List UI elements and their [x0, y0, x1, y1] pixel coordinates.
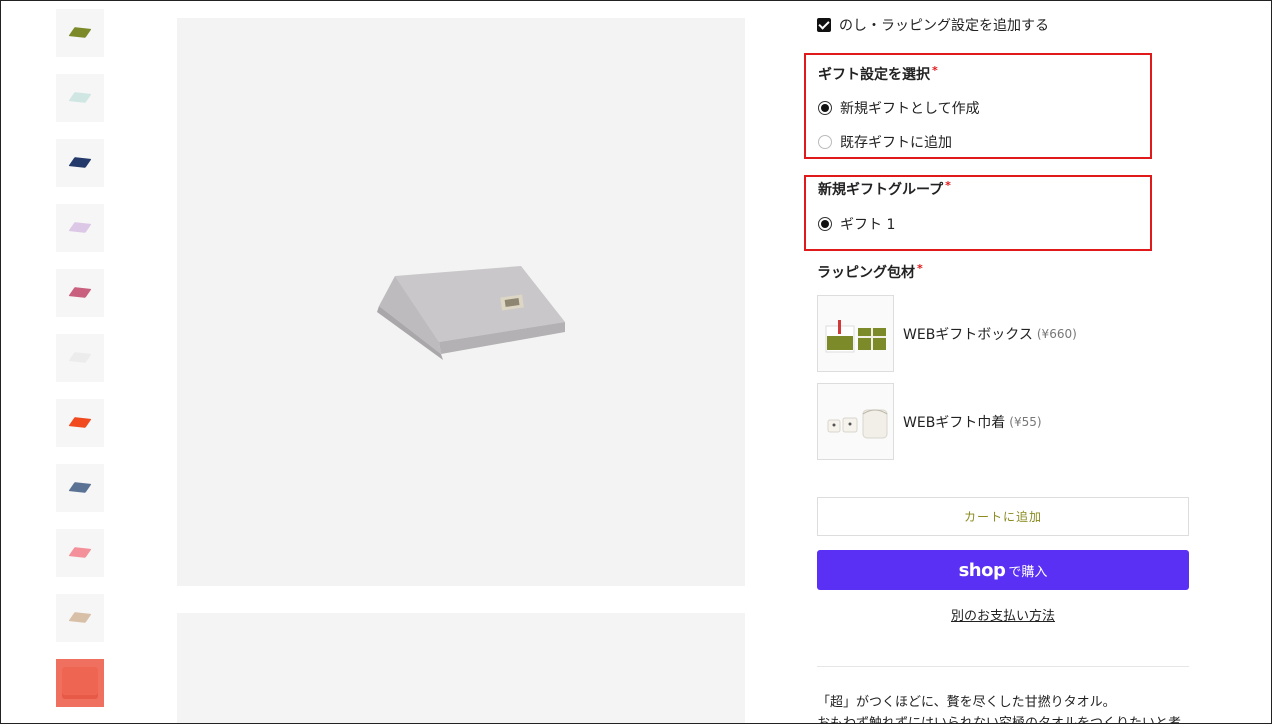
gift-group-select: 新規ギフトグループ * ギフト 1: [804, 175, 1152, 251]
radio-unselected[interactable]: [818, 135, 832, 149]
gift-box-icon: [825, 320, 886, 353]
gift-pouch-label: WEBギフト巾着: [903, 414, 1006, 431]
product-thumbnail[interactable]: [56, 464, 104, 512]
product-thumbnail[interactable]: [56, 594, 104, 642]
towel-swatch: [68, 612, 92, 623]
gift-select-group: ギフト設定を選択 * 新規ギフトとして作成 既存ギフトに追加: [804, 53, 1152, 159]
gift-group-title-text: 新規ギフトグループ: [818, 182, 944, 198]
towel-swatch: [68, 352, 92, 363]
shop-buy-label: で購入: [1008, 564, 1048, 580]
towel-swatch: [68, 417, 92, 428]
towel-image: [377, 266, 565, 360]
gift-option-checkbox-row[interactable]: のし・ラッピング設定を追加する: [817, 15, 1049, 35]
product-thumbnail[interactable]: [56, 334, 104, 382]
wrapping-option-pouch[interactable]: WEBギフト巾着 (¥55): [817, 383, 1042, 460]
gift-pouch-price: (¥55): [1009, 414, 1042, 429]
gift-pouch-image: [817, 383, 894, 460]
towel-swatch: [68, 157, 92, 168]
product-thumbnail[interactable]: [56, 74, 104, 122]
product-thumbnail[interactable]: [56, 659, 104, 707]
towel-swatch: [68, 287, 92, 298]
wrapping-title: ラッピング包材 *: [817, 262, 923, 282]
towel-swatch: [62, 667, 98, 699]
wrapping-title-text: ラッピング包材: [817, 265, 915, 281]
gift-box-label: WEBギフトボックス: [903, 326, 1033, 343]
gift-box-price: (¥660): [1036, 326, 1077, 341]
gift-pouch-icon: [827, 409, 888, 439]
add-to-cart-button[interactable]: カートに追加: [817, 497, 1189, 536]
product-thumbnail[interactable]: [56, 9, 104, 57]
main-product-image[interactable]: [177, 18, 745, 586]
required-mark: *: [945, 179, 951, 192]
radio-gift-1-label: ギフト 1: [840, 217, 896, 233]
towel-swatch: [68, 482, 92, 493]
radio-selected[interactable]: [818, 101, 832, 115]
product-thumbnail[interactable]: [56, 139, 104, 187]
towel-swatch: [68, 92, 92, 103]
required-mark: *: [932, 64, 938, 77]
thumbnail-list: [56, 9, 104, 723]
other-payment-link[interactable]: 別のお支払い方法: [817, 605, 1189, 624]
product-thumbnail[interactable]: [56, 399, 104, 447]
towel-swatch: [68, 547, 92, 558]
wrapping-option-box[interactable]: WEBギフトボックス (¥660): [817, 295, 1077, 372]
gift-box-image: [817, 295, 894, 372]
towel-swatch: [68, 222, 92, 233]
required-mark: *: [917, 262, 923, 275]
description-line-2: おもわず触れずにはいられない究極のタオルをつくりたいと考: [817, 716, 1182, 724]
radio-new-gift[interactable]: 新規ギフトとして作成: [818, 98, 980, 118]
towel-swatch: [68, 27, 92, 38]
radio-existing-gift[interactable]: 既存ギフトに追加: [818, 132, 952, 152]
radio-new-gift-label: 新規ギフトとして作成: [840, 101, 980, 117]
divider: [817, 666, 1189, 667]
second-product-image[interactable]: [177, 613, 745, 723]
gift-select-title: ギフト設定を選択 *: [818, 64, 938, 84]
radio-existing-gift-label: 既存ギフトに追加: [840, 135, 952, 151]
product-thumbnail[interactable]: [56, 269, 104, 317]
radio-gift-1[interactable]: ギフト 1: [818, 214, 895, 234]
product-thumbnail[interactable]: [56, 204, 104, 252]
checkbox-checked[interactable]: [817, 18, 831, 32]
product-thumbnail[interactable]: [56, 529, 104, 577]
description-line-1: 「超」がつくほどに、贅を尽くした甘撚りタオル。: [817, 695, 1116, 710]
gift-group-title: 新規ギフトグループ *: [818, 179, 951, 199]
gift-option-label: のし・ラッピング設定を追加する: [839, 18, 1049, 34]
shop-logo: shop: [958, 559, 1006, 581]
page-frame: のし・ラッピング設定を追加する ギフト設定を選択 * 新規ギフトとして作成 既存ギ…: [0, 0, 1272, 724]
radio-selected[interactable]: [818, 217, 832, 231]
gift-select-title-text: ギフト設定を選択: [818, 67, 930, 83]
shop-pay-button[interactable]: shop で購入: [817, 550, 1189, 590]
